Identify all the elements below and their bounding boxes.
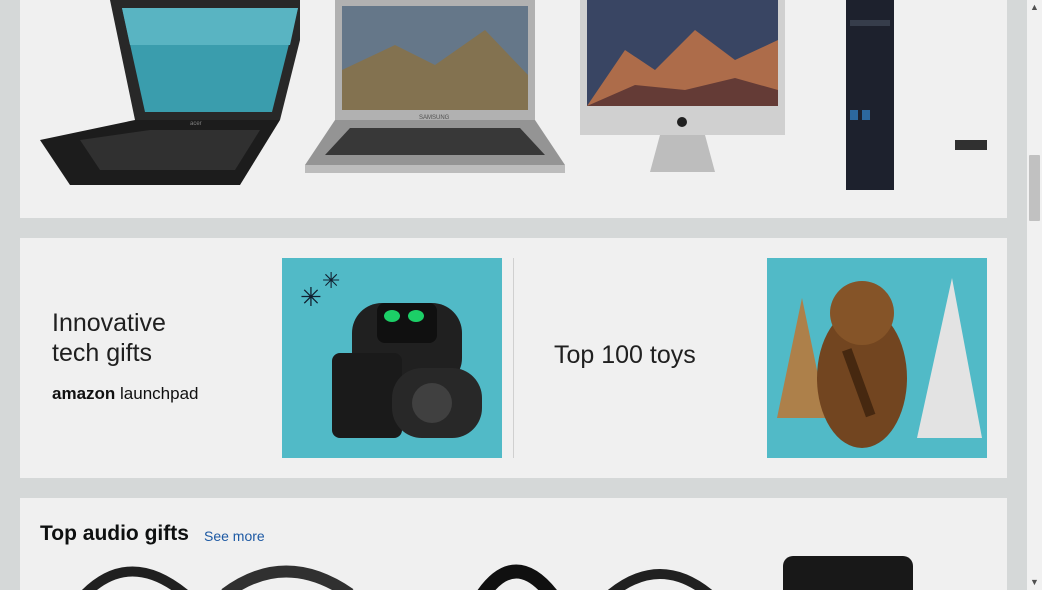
headphones-2-image[interactable] <box>221 565 354 590</box>
brand-launchpad: launchpad <box>120 384 199 403</box>
headphones-1-image[interactable] <box>81 566 188 590</box>
promo-divider <box>513 258 514 458</box>
imac-image[interactable] <box>575 0 790 185</box>
promos-card: Innovative tech gifts amazon launchpad ✳… <box>20 238 1007 478</box>
amazon-launchpad-logo: amazon launchpad <box>52 384 199 404</box>
smart-speaker-image[interactable] <box>783 556 913 590</box>
samsung-chromebook-image[interactable]: SAMSUNG <box>305 0 565 190</box>
acer-chromebook-image[interactable]: acer <box>40 0 300 190</box>
svg-text:✳: ✳ <box>300 283 322 313</box>
chewbacca-toy-image <box>767 258 987 458</box>
headline-line-1: Innovative <box>52 309 166 337</box>
top-toys-promo-tile[interactable]: Top 100 toys <box>534 258 987 458</box>
page: acer SAMSUNG Innovative tech gifts amazo… <box>0 0 1027 590</box>
tower-desktop-image[interactable] <box>840 0 900 190</box>
vertical-scrollbar[interactable]: ▲ ▼ <box>1027 0 1042 590</box>
samsung-logo-text: SAMSUNG <box>419 115 450 121</box>
section-title: Top audio gifts <box>40 522 189 545</box>
see-more-link[interactable]: See more <box>204 528 265 544</box>
acer-logo-text: acer <box>190 121 202 127</box>
audio-products-row <box>81 556 913 590</box>
headphones-3-image[interactable] <box>477 564 557 590</box>
scroll-down-arrow-icon[interactable]: ▼ <box>1027 575 1042 590</box>
audio-gifts-card: Top audio gifts See more <box>20 498 1007 590</box>
partial-product-edge <box>955 140 987 150</box>
launchpad-promo-tile[interactable]: Innovative tech gifts amazon launchpad ✳… <box>40 258 502 458</box>
robot-toy-image: ✳ ✳ <box>282 258 502 458</box>
scroll-thumb[interactable] <box>1029 155 1040 221</box>
scroll-up-arrow-icon[interactable]: ▲ <box>1027 0 1042 15</box>
headline-line-2: tech gifts <box>52 339 153 367</box>
svg-text:✳: ✳ <box>322 269 340 294</box>
launchpad-headline: Innovative tech gifts <box>52 308 166 368</box>
brand-amazon: amazon <box>52 384 116 403</box>
top-toys-headline: Top 100 toys <box>554 341 696 369</box>
headphones-4-image[interactable] <box>605 569 715 590</box>
products-card: acer SAMSUNG <box>20 0 1007 218</box>
